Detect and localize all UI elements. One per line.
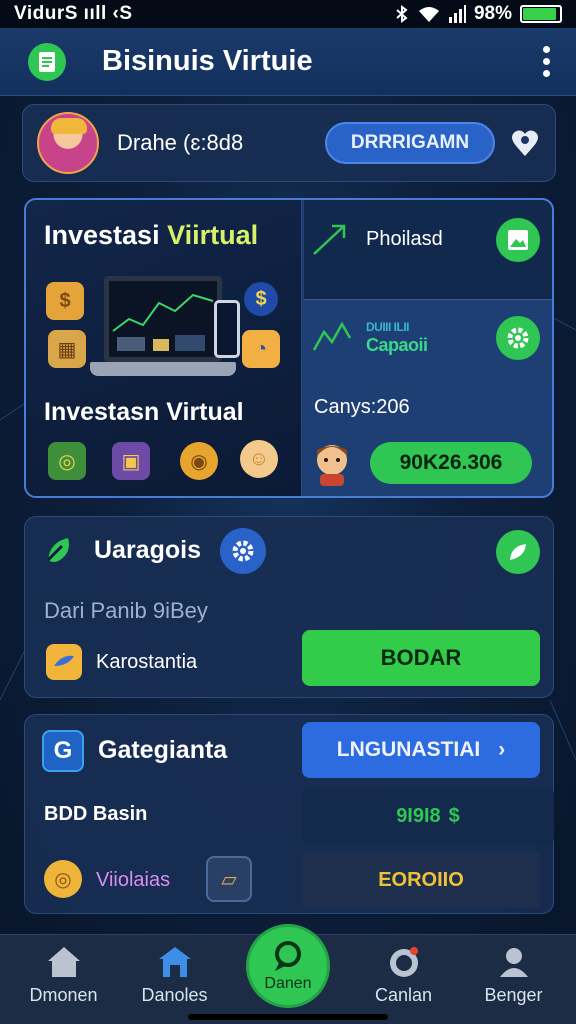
- investment-subtitle: Investasn Virtual: [44, 398, 244, 426]
- investment-title-part-2: Viirtual: [167, 220, 259, 250]
- line-chart-icon: [312, 321, 352, 351]
- gear-badge-icon[interactable]: [220, 528, 266, 574]
- profile-card: Drahe (ɛ:8d8 DRRRIGAMN: [22, 104, 556, 182]
- section-3-row-2-label: Viiolaias: [96, 869, 171, 891]
- ticket-icon: [46, 644, 82, 680]
- nav-item-home[interactable]: Dmonen: [6, 935, 121, 1024]
- section-3-primary-button[interactable]: LNGUNASTIAI ›: [302, 722, 540, 778]
- chevron-right-icon: ›: [498, 738, 506, 761]
- section-2-subtitle: Dari Panib 9iBey: [44, 598, 208, 623]
- person-icon: [499, 948, 528, 977]
- nav-label-store: Danoles: [141, 985, 208, 1005]
- section-3-row-1-label: BDD Basin: [44, 803, 148, 825]
- app-bar: Bisinuis Virtuie: [0, 28, 576, 96]
- profile-action-button[interactable]: DRRRIGAMN: [325, 122, 495, 164]
- store-icon: [158, 947, 191, 977]
- frame-icon[interactable]: ▱: [206, 856, 252, 902]
- nav-item-chat[interactable]: Danen: [246, 924, 330, 1008]
- phone-illustration: [214, 300, 240, 358]
- section-2-action-button[interactable]: BODAR: [302, 630, 540, 686]
- nav-item-profile[interactable]: Benger: [456, 935, 571, 1024]
- coin-stack-icon: ◉: [180, 442, 218, 480]
- battery-percent: 98%: [473, 3, 512, 24]
- investment-title-part-1: Investasi: [44, 220, 168, 250]
- kid-avatar-icon: [312, 440, 352, 486]
- money-stack-icon: ▦: [48, 330, 86, 368]
- location-pin-icon[interactable]: [509, 127, 541, 159]
- g-logo-icon: G: [42, 730, 84, 772]
- nav-item-store[interactable]: Danoles: [117, 935, 232, 1024]
- investment-title: Investasi Viirtual: [44, 220, 258, 251]
- cash-icon: ◎: [48, 442, 86, 480]
- avatar[interactable]: [37, 112, 99, 174]
- nav-label-profile: Benger: [484, 985, 543, 1005]
- row-1-value-text: 9I9I8: [396, 804, 441, 827]
- gold-coin-small-icon: ◎: [44, 860, 82, 898]
- settings-gear-icon[interactable]: [496, 316, 540, 360]
- section-3-primary-button-label: LNGUNASTIAI: [336, 738, 481, 761]
- record-icon: [389, 947, 418, 977]
- box-icon: ▣: [112, 442, 150, 480]
- nav-item-record[interactable]: Canlan: [346, 935, 461, 1024]
- data-label: DUIII ILII Capaoii: [366, 318, 428, 354]
- document-icon[interactable]: [28, 42, 66, 81]
- trend-up-icon: [313, 224, 346, 255]
- leaf-logo-icon: [46, 538, 69, 562]
- more-menu-icon[interactable]: [537, 40, 556, 83]
- change-label: Canys:206: [314, 396, 410, 418]
- home-icon: [47, 947, 80, 977]
- wifi-icon: [418, 7, 439, 22]
- gold-coin-icon: $: [46, 282, 84, 320]
- character-avatar-icon: ☺: [240, 440, 278, 478]
- leaf-action-icon[interactable]: [496, 530, 540, 574]
- laptop-base: [90, 362, 236, 376]
- home-indicator: [188, 1014, 388, 1020]
- signal-icon: [448, 5, 466, 23]
- chart-tile-icon: ◔: [242, 330, 280, 368]
- data-label-line-1: DUIII ILII: [366, 320, 409, 334]
- nav-label-chat: Danen: [264, 975, 312, 992]
- image-icon[interactable]: [496, 218, 540, 262]
- data-label-line-2: Capaoii: [366, 335, 428, 355]
- chat-icon: [275, 941, 301, 971]
- nav-label-home: Dmonen: [29, 985, 98, 1005]
- battery-icon: [520, 5, 562, 23]
- section-3-row-2-value[interactable]: EOROIIO: [302, 852, 540, 908]
- balance-button[interactable]: 90K26.306: [370, 442, 532, 484]
- section-2-title: Uaragois: [94, 536, 201, 564]
- status-left-text: VidurS ııll ‹S: [14, 3, 133, 24]
- app-title: Bisinuis Virtuie: [102, 45, 313, 77]
- profile-name: Drahe (ɛ:8d8: [117, 130, 244, 155]
- portfolio-label: Phoilasd: [366, 228, 443, 250]
- section-3-title: Gategianta: [98, 736, 228, 764]
- nav-label-record: Canlan: [374, 985, 433, 1005]
- dollar-badge-icon: $: [244, 282, 278, 316]
- bluetooth-icon: [396, 5, 408, 23]
- section-3-row-1-value: 9I9I8 $: [302, 788, 554, 844]
- row-1-value-symbol: $: [448, 804, 460, 827]
- laptop-illustration: [104, 276, 222, 362]
- status-bar: VidurS ııll ‹S 98%: [0, 0, 576, 28]
- section-2-row-label: Karostantia: [96, 651, 198, 673]
